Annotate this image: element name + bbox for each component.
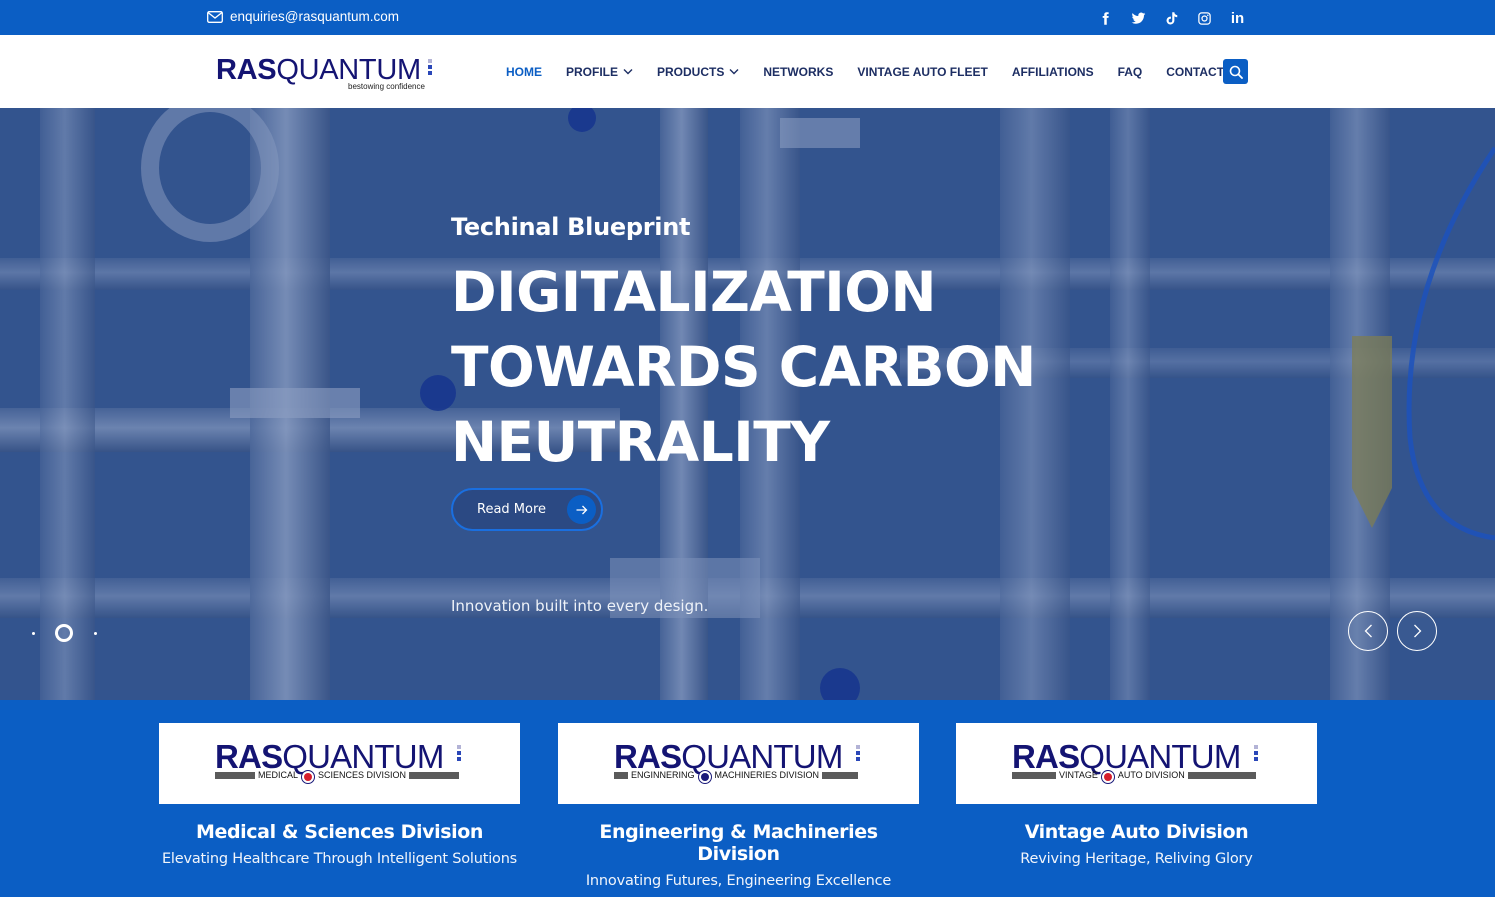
email-text: enquiries@rasquantum.com <box>230 9 400 24</box>
hero-slider: Techinal Blueprint DIGITALIZATION TOWARD… <box>0 108 1495 700</box>
social-links: in <box>1089 7 1254 29</box>
division-logo-box: RASQUANTUM VINTAGE AUTO DIVISION <box>956 723 1317 804</box>
division-logo: RASQUANTUM VINTAGE AUTO DIVISION <box>1012 740 1262 786</box>
read-more-button[interactable]: Read More <box>451 488 603 531</box>
linkedin-icon[interactable]: in <box>1221 7 1254 29</box>
logo-tagline: bestowing confidence <box>348 82 425 91</box>
chevron-left-icon <box>1364 624 1372 638</box>
hero-title: DIGITALIZATION TOWARDS CARBON NEUTRALITY <box>451 255 1036 480</box>
division-logo: RASQUANTUM MEDICAL SCIENCES DIVISION <box>215 740 465 786</box>
division-card-engineering[interactable]: RASQUANTUM ENGINNERING MACHINERIES DIVIS… <box>558 700 919 889</box>
nav-vintage-auto-fleet[interactable]: VINTAGE AUTO FLEET <box>845 65 999 79</box>
read-more-label: Read More <box>477 502 547 517</box>
nav-networks[interactable]: NETWORKS <box>751 65 845 79</box>
logo-bars <box>428 59 433 79</box>
facebook-icon[interactable] <box>1089 7 1122 29</box>
division-logo-box: RASQUANTUM ENGINNERING MACHINERIES DIVIS… <box>558 723 919 804</box>
slider-pagination <box>24 624 117 642</box>
division-logo-box: RASQUANTUM MEDICAL SCIENCES DIVISION <box>159 723 520 804</box>
top-bar: enquiries@rasquantum.com in <box>0 0 1495 35</box>
nav-home[interactable]: HOME <box>494 65 554 79</box>
slider-dot[interactable] <box>24 624 42 642</box>
site-header: RASQUANTUM bestowing confidence HOME PRO… <box>0 35 1495 108</box>
division-name: Vintage Auto Division <box>1024 821 1249 843</box>
tiktok-icon[interactable] <box>1155 7 1188 29</box>
division-logo: RASQUANTUM ENGINNERING MACHINERIES DIVIS… <box>614 740 864 786</box>
gear-emblem-icon <box>697 770 712 784</box>
division-card-medical[interactable]: RASQUANTUM MEDICAL SCIENCES DIVISION Med… <box>159 700 520 867</box>
hero-title-line: DIGITALIZATION <box>451 260 936 324</box>
division-name: Medical & Sciences Division <box>195 821 484 843</box>
mail-icon <box>207 10 223 23</box>
division-description: Elevating Healthcare Through Intelligent… <box>161 851 518 867</box>
slider-dot-active[interactable] <box>55 624 73 642</box>
search-button[interactable] <box>1223 59 1248 84</box>
arrow-right-icon <box>567 495 596 524</box>
division-description: Innovating Futures, Engineering Excellen… <box>585 873 892 889</box>
nav-affiliations[interactable]: AFFILIATIONS <box>1000 65 1106 79</box>
chevron-right-icon <box>1413 624 1421 638</box>
division-description: Reviving Heritage, Reliving Glory <box>1020 851 1253 867</box>
logo-wordmark: RASQUANTUM <box>216 54 421 86</box>
hero-eyebrow: Techinal Blueprint <box>451 213 691 241</box>
chevron-down-icon <box>623 69 633 75</box>
hero-subtitle: Innovation built into every design. <box>451 597 709 615</box>
nav-profile[interactable]: PROFILE <box>554 65 645 79</box>
main-nav: HOME PROFILE PRODUCTS NETWORKS VINTAGE A… <box>494 35 1256 108</box>
hero-title-line: TOWARDS CARBON <box>451 335 1036 399</box>
site-logo[interactable]: RASQUANTUM bestowing confidence <box>216 55 436 95</box>
nav-faq[interactable]: FAQ <box>1106 65 1155 79</box>
divisions-section: RASQUANTUM MEDICAL SCIENCES DIVISION Med… <box>0 700 1495 897</box>
nav-products[interactable]: PRODUCTS <box>645 65 751 79</box>
slider-dot[interactable] <box>86 624 104 642</box>
car-emblem-icon <box>1100 770 1115 784</box>
instagram-icon[interactable] <box>1188 7 1221 29</box>
slider-next-button[interactable] <box>1397 611 1437 651</box>
email-link[interactable]: enquiries@rasquantum.com <box>207 9 399 24</box>
medical-cross-emblem-icon <box>301 770 316 784</box>
hero-title-line: NEUTRALITY <box>451 410 830 474</box>
slider-prev-button[interactable] <box>1348 611 1388 651</box>
twitter-icon[interactable] <box>1122 7 1155 29</box>
chevron-down-icon <box>729 69 739 75</box>
division-card-vintage-auto[interactable]: RASQUANTUM VINTAGE AUTO DIVISION Vintage… <box>956 700 1317 867</box>
search-icon <box>1229 65 1243 79</box>
division-name: Engineering & Machineries Division <box>599 821 878 865</box>
hero-content: Techinal Blueprint DIGITALIZATION TOWARD… <box>451 213 1036 480</box>
